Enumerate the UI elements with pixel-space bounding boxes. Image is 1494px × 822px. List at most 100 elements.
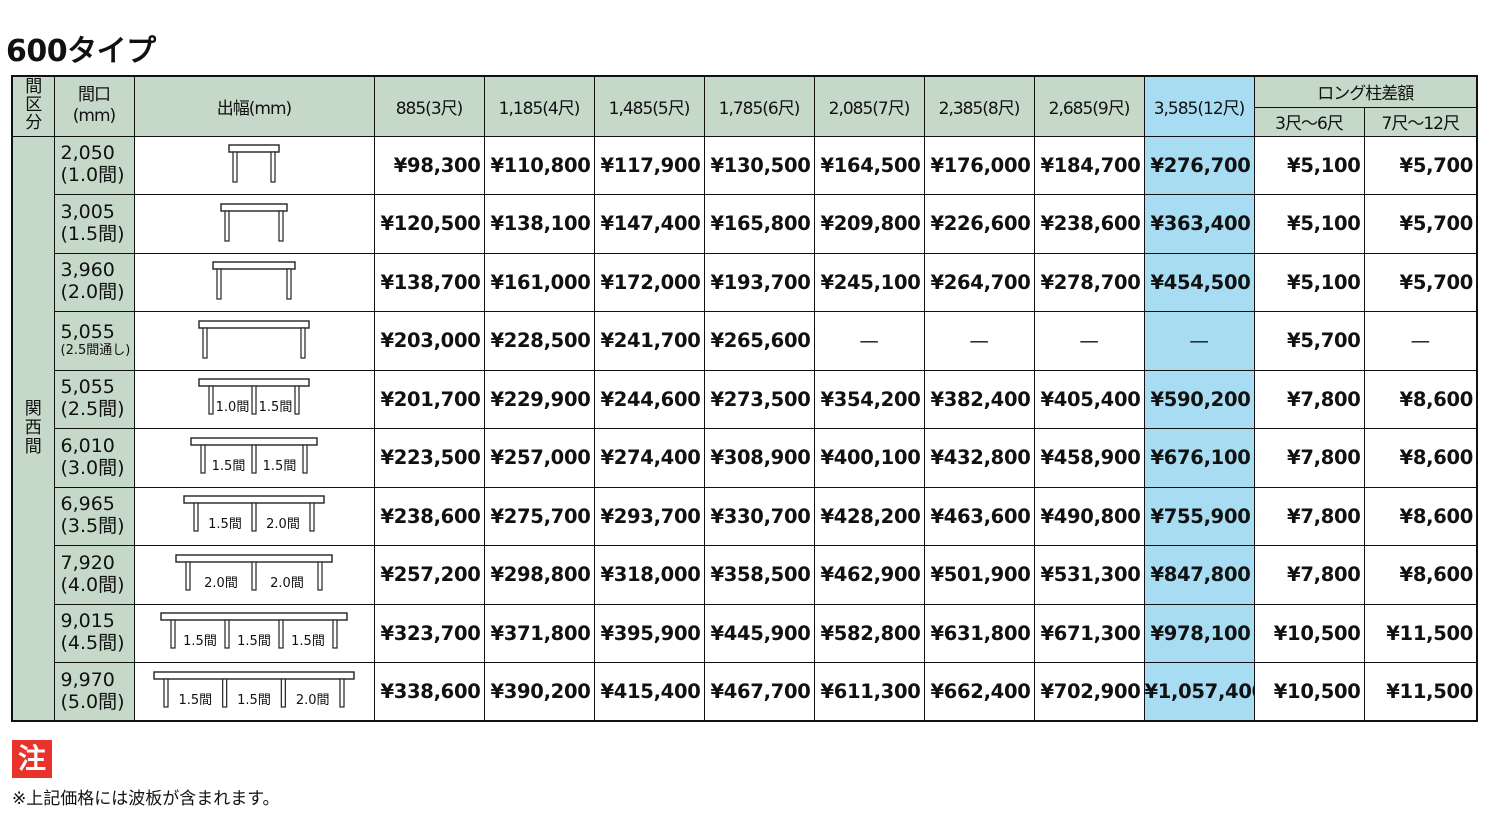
post-shape — [278, 210, 284, 242]
width-ken: (2.0間) — [60, 281, 125, 304]
header-col-7shaku: 2,085(7尺) — [813, 75, 925, 137]
width-ken: (1.5間) — [60, 222, 125, 245]
post-shape — [216, 268, 222, 300]
width-value: 3,960 — [60, 259, 115, 282]
price-cell: ¥631,800 — [923, 603, 1035, 663]
carport-diagram — [133, 194, 375, 254]
long-pillar-cell: ¥11,500 — [1363, 603, 1478, 663]
price-cell: ¥662,400 — [923, 662, 1035, 722]
price-cell: ¥454,500 — [1143, 252, 1255, 312]
price-cell: ¥338,600 — [373, 662, 485, 722]
post-shape — [339, 677, 345, 708]
price-cell: ¥161,000 — [483, 252, 595, 312]
width-cell: 9,970 (5.0間) — [53, 662, 135, 722]
roof-shape — [220, 203, 288, 212]
price-cell: ¥405,400 — [1033, 369, 1145, 429]
long-pillar-cell: ¥7,800 — [1253, 428, 1365, 488]
carport-diagram: 1.5間 1.5間 1.5間 — [133, 603, 375, 663]
header-maguchi: 間口 (mm) — [53, 75, 135, 137]
price-cell: ¥238,600 — [1033, 194, 1145, 254]
price-cell: — — [813, 311, 925, 371]
header-long-3-6: 3尺〜6尺 — [1253, 106, 1365, 137]
header-col-5shaku: 1,485(5尺) — [593, 75, 705, 137]
carport-diagram-svg: 1.5間 1.5間 1.5間 — [160, 612, 348, 649]
price-cell: ¥98,300 — [373, 135, 485, 195]
price-cell: ¥395,900 — [593, 603, 705, 663]
price-cell: ¥582,800 — [813, 603, 925, 663]
span-label: 1.5間 — [212, 459, 246, 474]
price-cell: ¥278,700 — [1033, 252, 1145, 312]
price-cell: ¥184,700 — [1033, 135, 1145, 195]
price-cell: ¥164,500 — [813, 135, 925, 195]
header-kubun: 間区分 — [11, 75, 55, 137]
roof-shape — [175, 554, 333, 563]
price-cell: ¥531,300 — [1033, 545, 1145, 605]
price-cell: ¥432,800 — [923, 428, 1035, 488]
post-shape — [317, 561, 323, 591]
price-cell: ¥462,900 — [813, 545, 925, 605]
width-ken: (5.0間) — [60, 690, 125, 713]
span-label: 1.5間 — [259, 400, 293, 415]
price-cell: ¥308,900 — [703, 428, 815, 488]
span-label: 1.5間 — [208, 517, 242, 532]
span-label: 1.5間 — [178, 693, 212, 708]
width-value: 3,005 — [60, 200, 115, 223]
width-value: 5,055 — [60, 321, 115, 344]
note-text: ※上記価格には波板が含まれます。 — [12, 789, 280, 809]
header-col-3shaku: 885(3尺) — [373, 75, 485, 137]
post-shape — [278, 619, 284, 649]
table-row: 3,005 (1.5間) ¥120,500 ¥138,100 ¥147,400 ¥165,… — [12, 194, 1478, 254]
post-shape — [294, 385, 300, 415]
price-cell: ¥390,200 — [483, 662, 595, 722]
note-badge: 注 — [12, 740, 52, 778]
table-row: 関西間 2,050 (1.0間) ¥98,300 ¥110,800 ¥117,900 ¥13… — [11, 135, 1478, 722]
table-body: 関西間 2,050 (1.0間) ¥98,300 ¥110,800 ¥117,900 ¥13… — [11, 135, 1478, 722]
carport-diagram: 1.5間 1.5間 2.0間 — [133, 662, 375, 722]
price-cell: ¥264,700 — [923, 252, 1035, 312]
post-shape — [251, 561, 257, 591]
roof-shape — [198, 320, 310, 329]
price-cell: ¥244,600 — [593, 369, 705, 429]
carport-diagram-svg: 1.0間 1.5間 — [198, 378, 310, 415]
roof-shape — [190, 437, 318, 446]
width-value: 2,050 — [60, 142, 115, 165]
price-cell: ¥611,300 — [813, 662, 925, 722]
price-cell: ¥130,500 — [703, 135, 815, 195]
table-row: 7,920 (4.0間) 2.0間 2.0間 ¥257,200 ¥298,800 ¥318,… — [12, 545, 1478, 605]
price-cell: ¥490,800 — [1033, 486, 1145, 546]
span-label: 1.5間 — [237, 693, 271, 708]
price-cell: ¥298,800 — [483, 545, 595, 605]
price-cell: ¥229,900 — [483, 369, 595, 429]
post-shape — [202, 327, 208, 359]
price-cell: ¥275,700 — [483, 486, 595, 546]
roof-shape — [153, 670, 355, 680]
table-row: 6,010 (3.0間) 1.5間 1.5間 ¥223,500 ¥257,000 ¥274,… — [12, 428, 1478, 488]
header-col-6shaku: 1,785(6尺) — [703, 75, 815, 137]
width-value: 6,010 — [60, 434, 115, 457]
post-shape — [224, 210, 230, 242]
width-cell: 2,050 (1.0間) — [53, 135, 135, 195]
price-cell: ¥358,500 — [703, 545, 815, 605]
price-cell: ¥671,300 — [1033, 603, 1145, 663]
price-cell: ¥138,100 — [483, 194, 595, 254]
price-cell: ¥400,100 — [813, 428, 925, 488]
width-cell: 5,055 (2.5間) — [53, 369, 135, 429]
post-shape — [224, 619, 230, 649]
price-cell: ¥117,900 — [593, 135, 705, 195]
carport-diagram: 2.0間 2.0間 — [133, 545, 375, 605]
carport-diagram-svg — [198, 320, 310, 359]
price-cell: ¥467,700 — [703, 662, 815, 722]
price-cell: ¥354,200 — [813, 369, 925, 429]
roof-shape — [228, 144, 280, 153]
price-cell: ¥501,900 — [923, 545, 1035, 605]
carport-diagram — [133, 311, 375, 371]
table-row: 6,965 (3.5間) 1.5間 2.0間 ¥238,600 ¥275,700 ¥293,… — [12, 486, 1478, 546]
price-cell: ¥463,600 — [923, 486, 1035, 546]
span-label: 2.0間 — [296, 693, 330, 708]
price-cell: ¥176,000 — [923, 135, 1035, 195]
width-ken: (3.0間) — [60, 456, 125, 479]
price-cell: ¥702,900 — [1033, 662, 1145, 722]
header-col-12shaku: 3,585(12尺) — [1143, 75, 1255, 137]
price-cell: ¥755,900 — [1143, 486, 1255, 546]
price-cell: ¥245,100 — [813, 252, 925, 312]
